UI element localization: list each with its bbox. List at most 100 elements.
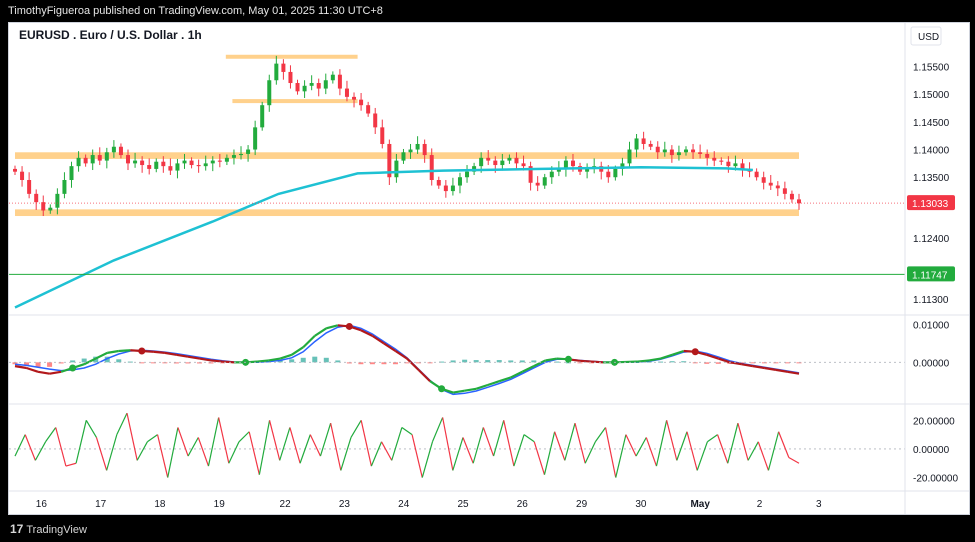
oscillator-segment — [258, 420, 271, 475]
oscillator-segment — [106, 434, 118, 471]
oscillator-segment — [554, 431, 566, 461]
candle-body — [189, 160, 194, 166]
candle-body — [344, 88, 349, 97]
candle-body — [761, 177, 766, 183]
time-tick-label: 19 — [214, 499, 226, 510]
oscillator-panel[interactable] — [9, 412, 905, 478]
price-zone — [15, 152, 799, 159]
candle-body — [782, 188, 787, 194]
macd-panel[interactable] — [9, 322, 905, 396]
candle-body — [479, 157, 484, 167]
oscillator-segment — [401, 426, 413, 436]
candle-body — [465, 171, 470, 178]
time-tick-label: 17 — [95, 499, 107, 510]
oscillator-segment — [645, 437, 658, 467]
macd-histogram-bar — [81, 358, 87, 363]
tradingview-logo[interactable]: 17 TradingView — [10, 522, 87, 536]
candle-body — [359, 99, 364, 106]
time-tick-label: 26 — [517, 499, 529, 510]
macd-line-segment — [257, 359, 269, 363]
candle-body — [323, 80, 328, 89]
oscillator-segment — [523, 434, 535, 443]
price-axis[interactable]: 1.15500 1.15000 1.14500 1.14000 1.13500 1.124… — [907, 62, 958, 485]
candle-body — [217, 160, 222, 162]
oscillator-segment — [289, 427, 301, 464]
oscillator-segment — [187, 437, 199, 457]
oscillator-segment — [411, 434, 423, 478]
macd-tick-label: 0.00000 — [913, 358, 950, 369]
price-tick-label: 1.11300 — [913, 295, 949, 306]
macd-line-segment — [464, 387, 477, 392]
oscillator-segment — [156, 434, 169, 478]
macd-histogram-bar — [116, 359, 122, 363]
oscillator-tick-label: 0.00000 — [913, 445, 950, 456]
candle-body — [48, 207, 53, 211]
candle-body — [719, 160, 724, 162]
candle-body — [133, 160, 138, 164]
candle-body — [443, 185, 448, 192]
chart-svg[interactable]: 1.15500 1.15000 1.14500 1.14000 1.13500 1.124… — [9, 23, 969, 514]
candle-body — [655, 146, 660, 153]
oscillator-segment — [584, 441, 596, 464]
tradingview-footer: 17 TradingView — [0, 515, 975, 542]
oscillator-segment — [442, 417, 454, 471]
candle-body — [436, 180, 441, 186]
macd-cross-dot — [69, 364, 77, 372]
candle-body — [154, 161, 159, 169]
oscillator-segment — [177, 427, 189, 457]
macd-line-segment — [291, 346, 304, 356]
macd-histogram-bar — [289, 359, 295, 363]
price-panel[interactable] — [9, 54, 905, 309]
oscillator-segment — [594, 427, 607, 443]
oscillator-segment — [75, 420, 87, 464]
macd-cross-dot — [691, 348, 699, 356]
macd-histogram-bar — [312, 356, 318, 363]
publish-bar: TimothyFigueroa published on TradingView… — [0, 0, 975, 22]
candle-body — [373, 113, 378, 128]
candle-body — [380, 127, 385, 144]
oscillator-segment — [14, 434, 26, 457]
candle-body — [147, 165, 152, 169]
oscillator-segment — [767, 431, 780, 471]
oscillator-segment — [452, 437, 464, 471]
price-tick-label: 1.15500 — [913, 62, 950, 73]
macd-cross-dot — [564, 355, 572, 363]
oscillator-segment — [238, 431, 250, 443]
candle-body — [239, 153, 244, 156]
oscillator-segment — [340, 437, 352, 471]
time-tick-label: 29 — [576, 499, 588, 510]
oscillator-segment — [615, 434, 627, 478]
candle-body — [775, 185, 780, 189]
time-tick-label: 3 — [816, 499, 822, 510]
candle-body — [69, 166, 74, 180]
macd-tick-label: 0.01000 — [913, 321, 950, 332]
oscillator-segment — [635, 437, 647, 457]
oscillator-segment — [666, 420, 678, 461]
candle-body — [683, 149, 688, 153]
candle-body — [415, 143, 420, 150]
candle-body — [634, 138, 639, 150]
candle-body — [754, 171, 759, 178]
time-axis[interactable]: 16 17 18 19 22 23 24 25 26 29 30 May 2 3 — [36, 499, 822, 510]
oscillator-segment — [788, 456, 800, 464]
oscillator-segment — [34, 441, 47, 461]
oscillator-segment — [533, 441, 546, 475]
candle-body — [521, 163, 526, 167]
chart-frame[interactable]: 1.15500 1.15000 1.14500 1.14000 1.13500 1.124… — [8, 22, 970, 515]
candle-body — [224, 157, 229, 162]
candle-body — [34, 193, 39, 203]
candle-body — [316, 83, 321, 89]
candle-body — [493, 160, 498, 166]
candle-body — [253, 127, 258, 150]
candle-body — [337, 74, 342, 89]
candle-body — [309, 83, 314, 86]
candle-body — [733, 163, 738, 167]
candle-body — [182, 160, 187, 164]
candle-body — [13, 168, 17, 172]
candle-body — [41, 202, 46, 211]
oscillator-segment — [45, 427, 57, 443]
moving-average-line — [14, 166, 753, 309]
oscillator-segment — [686, 431, 698, 471]
candle-body — [210, 160, 215, 164]
price-zone — [15, 209, 799, 217]
